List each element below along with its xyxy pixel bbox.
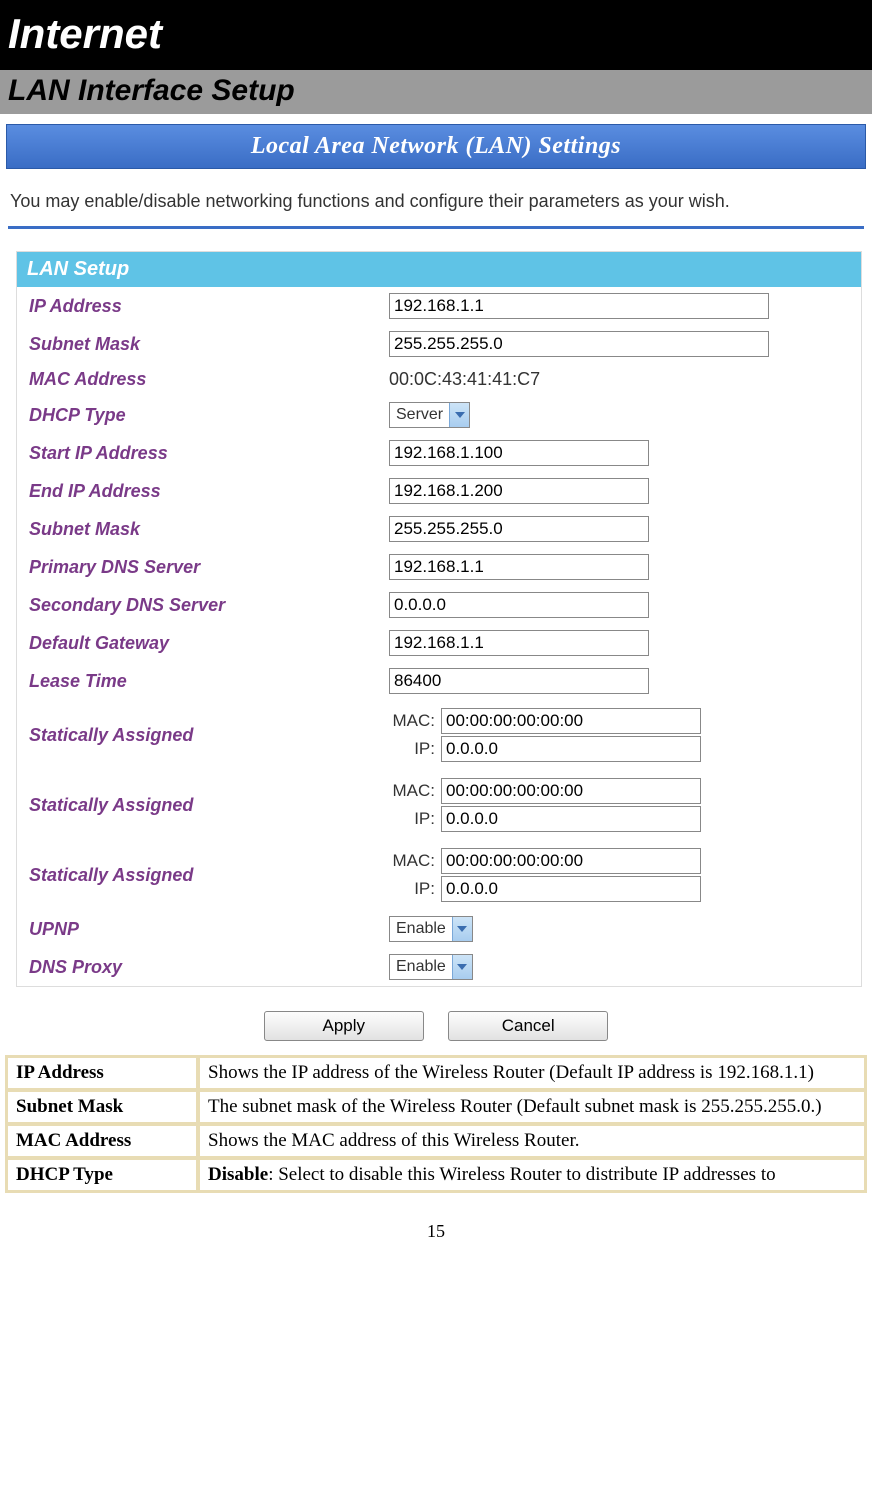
lease-time-input[interactable] [389,668,649,694]
chevron-down-icon [452,955,472,979]
static3-label: Statically Assigned [17,840,377,910]
static3-mac-label: MAC: [389,851,441,871]
desc-subnet-key: Subnet Mask [7,1091,197,1123]
primary-dns-label: Primary DNS Server [17,548,377,586]
static1-label: Statically Assigned [17,700,377,770]
start-ip-input[interactable] [389,440,649,466]
static2-label: Statically Assigned [17,770,377,840]
lan-settings-title: Local Area Network (LAN) Settings [6,124,866,169]
mac-address-value: 00:0C:43:41:41:C7 [377,363,861,396]
default-gateway-input[interactable] [389,630,649,656]
apply-button[interactable]: Apply [264,1011,424,1041]
page-title-internet: Internet [0,0,872,70]
upnp-select[interactable]: Enable [389,916,473,942]
mac-address-label: MAC Address [17,363,377,396]
dhcp-type-value: Server [390,406,449,424]
desc-mac-key: MAC Address [7,1125,197,1157]
static3-ip-label: IP: [389,879,441,899]
end-ip-input[interactable] [389,478,649,504]
upnp-value: Enable [390,920,452,938]
static3-mac-input[interactable] [441,848,701,874]
dns-proxy-select[interactable]: Enable [389,954,473,980]
end-ip-label: End IP Address [17,472,377,510]
static1-ip-input[interactable] [441,736,701,762]
desc-mac-text: Shows the MAC address of this Wireless R… [199,1125,865,1157]
table-row: MAC Address Shows the MAC address of thi… [7,1125,865,1157]
dhcp-type-select[interactable]: Server [389,402,470,428]
static2-mac-label: MAC: [389,781,441,801]
desc-ip-text: Shows the IP address of the Wireless Rou… [199,1057,865,1089]
lan-setup-panel: LAN Setup IP Address Subnet Mask MAC Add… [16,251,862,987]
desc-dhcp-bold: Disable [208,1164,268,1185]
dhcp-type-label: DHCP Type [17,396,377,434]
description-table: IP Address Shows the IP address of the W… [5,1055,867,1193]
upnp-label: UPNP [17,910,377,948]
secondary-dns-label: Secondary DNS Server [17,586,377,624]
subnet-mask-label: Subnet Mask [17,325,377,363]
desc-dhcp-rest: : Select to disable this Wireless Router… [268,1164,775,1185]
static3-ip-input[interactable] [441,876,701,902]
lan-settings-screenshot: Local Area Network (LAN) Settings You ma… [0,114,872,1049]
dns-proxy-label: DNS Proxy [17,948,377,986]
primary-dns-input[interactable] [389,554,649,580]
start-ip-label: Start IP Address [17,434,377,472]
static2-mac-input[interactable] [441,778,701,804]
subnet-mask2-input[interactable] [389,516,649,542]
table-row: IP Address Shows the IP address of the W… [7,1057,865,1089]
dns-proxy-value: Enable [390,958,452,976]
lan-setup-header: LAN Setup [17,252,861,287]
subnet-mask-input[interactable] [389,331,769,357]
desc-subnet-text: The subnet mask of the Wireless Router (… [199,1091,865,1123]
ip-address-input[interactable] [389,293,769,319]
chevron-down-icon [449,403,469,427]
desc-dhcp-key: DHCP Type [7,1159,197,1191]
secondary-dns-input[interactable] [389,592,649,618]
static1-ip-label: IP: [389,739,441,759]
default-gateway-label: Default Gateway [17,624,377,662]
intro-text: You may enable/disable networking functi… [6,169,866,226]
static2-ip-label: IP: [389,809,441,829]
button-row: Apply Cancel [6,997,866,1049]
page-subtitle-lan: LAN Interface Setup [0,70,872,114]
page-number: 15 [0,1193,872,1254]
static1-mac-label: MAC: [389,711,441,731]
lan-form-table: IP Address Subnet Mask MAC Address 00:0C… [17,287,861,986]
lease-time-label: Lease Time [17,662,377,700]
static1-mac-input[interactable] [441,708,701,734]
desc-ip-key: IP Address [7,1057,197,1089]
divider-line [8,226,864,229]
desc-dhcp-text: Disable: Select to disable this Wireless… [199,1159,865,1191]
ip-address-label: IP Address [17,287,377,325]
cancel-button[interactable]: Cancel [448,1011,608,1041]
table-row: DHCP Type Disable: Select to disable thi… [7,1159,865,1191]
subnet-mask2-label: Subnet Mask [17,510,377,548]
table-row: Subnet Mask The subnet mask of the Wirel… [7,1091,865,1123]
chevron-down-icon [452,917,472,941]
static2-ip-input[interactable] [441,806,701,832]
